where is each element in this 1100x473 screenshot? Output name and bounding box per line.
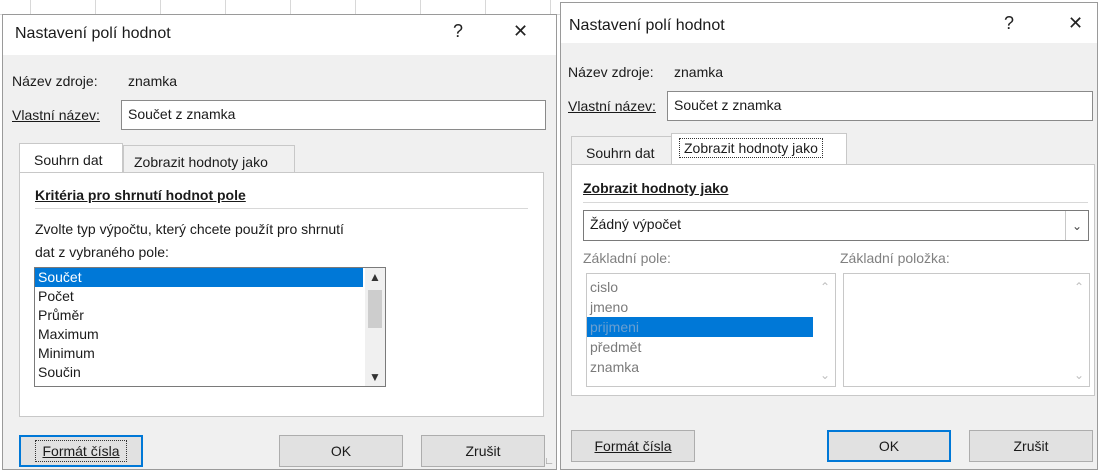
value-field-settings-dialog-left: Nastavení polí hodnot ? ✕ Název zdroje: … [2, 14, 557, 470]
description-line-1: Zvolte typ výpočtu, který chcete použít … [35, 221, 344, 237]
list-scrollbar[interactable]: ▲ ▼ [365, 268, 385, 386]
title-bar: Nastavení polí hodnot ? ✕ [561, 3, 1097, 43]
custom-name-input[interactable]: Součet z znamka [667, 91, 1093, 121]
spreadsheet-grid-background [0, 0, 560, 15]
function-list-items: Součet Počet Průměr Maximum Minimum Souč… [35, 268, 363, 382]
title-bar: Nastavení polí hodnot ? ✕ [3, 15, 556, 55]
scroll-thumb[interactable] [368, 290, 382, 328]
calculation-value: Žádný výpočet [590, 216, 682, 232]
section-heading: Zobrazit hodnoty jako [583, 180, 728, 196]
number-format-button[interactable]: Formát čísla [19, 435, 143, 467]
list-item[interactable]: cislo [587, 277, 813, 297]
dialog-title: Nastavení polí hodnot [569, 17, 725, 34]
scroll-down-icon[interactable]: ⌄ [815, 368, 835, 382]
tab-show-values-as-label: Zobrazit hodnoty jako [679, 138, 823, 158]
cancel-button[interactable]: Zrušit [969, 430, 1093, 462]
chevron-down-icon[interactable]: ⌄ [1065, 211, 1088, 240]
base-item-list[interactable]: ⌃ ⌄ [843, 273, 1090, 387]
base-field-label: Základní pole: [583, 250, 671, 266]
description-line-2: dat z vybraného pole: [35, 244, 169, 260]
divider [35, 208, 528, 209]
source-name-label: Název zdroje: [12, 73, 98, 89]
show-values-tab-panel: Zobrazit hodnoty jako Žádný výpočet ⌄ Zá… [571, 164, 1095, 396]
cancel-button[interactable]: Zrušit [421, 435, 545, 467]
list-item[interactable]: Součet [35, 268, 363, 287]
summary-function-list[interactable]: Součet Počet Průměr Maximum Minimum Souč… [34, 267, 386, 387]
value-field-settings-dialog-right: Nastavení polí hodnot ? ✕ Název zdroje: … [560, 2, 1098, 470]
resize-grip-icon[interactable]: ∟ [544, 456, 554, 467]
tab-summarize-values[interactable]: Souhrn dat [571, 136, 675, 164]
divider [583, 202, 1088, 203]
base-field-items: cislo jmeno prijmeni předmět znamka [587, 274, 813, 377]
summarize-tab-panel: Kritéria pro shrnutí hodnot pole Zvolte … [19, 172, 544, 417]
number-format-button-label: Formát čísla [35, 440, 127, 462]
list-item[interactable]: prijmeni [587, 317, 813, 337]
list-item[interactable]: Minimum [35, 344, 363, 363]
dialog-title: Nastavení polí hodnot [15, 25, 171, 42]
scroll-up-icon[interactable]: ⌃ [815, 280, 835, 294]
ok-button[interactable]: OK [827, 430, 951, 462]
tab-show-values-as[interactable]: Zobrazit hodnoty jako [671, 133, 847, 165]
scroll-up-icon[interactable]: ▲ [365, 270, 385, 284]
list-scrollbar[interactable]: ⌃ ⌄ [1069, 274, 1089, 386]
calculation-dropdown[interactable]: Žádný výpočet ⌄ [583, 210, 1089, 241]
scroll-down-icon[interactable]: ⌄ [1069, 368, 1089, 382]
list-item[interactable]: předmět [587, 337, 813, 357]
custom-name-label: Vlastní název: [568, 98, 656, 114]
section-heading-text: Zobrazit hodnoty jako [583, 180, 729, 196]
close-icon[interactable]: ✕ [513, 21, 528, 42]
base-item-label: Základní položka: [840, 250, 950, 266]
source-name-label: Název zdroje: [568, 64, 654, 80]
scroll-down-icon[interactable]: ▼ [365, 370, 385, 384]
close-icon[interactable]: ✕ [1068, 13, 1083, 34]
tab-show-values-as[interactable]: Zobrazit hodnoty jako [123, 145, 295, 173]
list-item[interactable]: jmeno [587, 297, 813, 317]
source-name-value: znamka [128, 73, 178, 89]
section-heading: Kritéria pro shrnutí hodnot pole [35, 187, 246, 203]
custom-name-label-text: Vlastní název: [568, 98, 656, 114]
list-item[interactable]: Maximum [35, 325, 363, 344]
tab-summarize-values[interactable]: Souhrn dat [19, 143, 123, 173]
list-item[interactable]: Průměr [35, 306, 363, 325]
custom-name-input[interactable]: Součet z znamka [121, 100, 546, 130]
list-item[interactable]: znamka [587, 357, 813, 377]
scroll-up-icon[interactable]: ⌃ [1069, 280, 1089, 294]
ok-button[interactable]: OK [279, 435, 403, 467]
help-icon[interactable]: ? [453, 21, 463, 42]
list-scrollbar[interactable]: ⌃ ⌄ [815, 274, 835, 386]
custom-name-label-text: Vlastní název: [12, 107, 100, 123]
list-item[interactable]: Součin [35, 363, 363, 382]
base-field-list[interactable]: cislo jmeno prijmeni předmět znamka ⌃ ⌄ [586, 273, 836, 387]
number-format-button[interactable]: Formát čísla [571, 430, 695, 462]
number-format-button-label: Formát čísla [594, 438, 672, 454]
help-icon[interactable]: ? [1004, 13, 1014, 34]
list-item[interactable]: Počet [35, 287, 363, 306]
source-name-value: znamka [674, 64, 724, 80]
custom-name-label: Vlastní název: [12, 107, 100, 123]
